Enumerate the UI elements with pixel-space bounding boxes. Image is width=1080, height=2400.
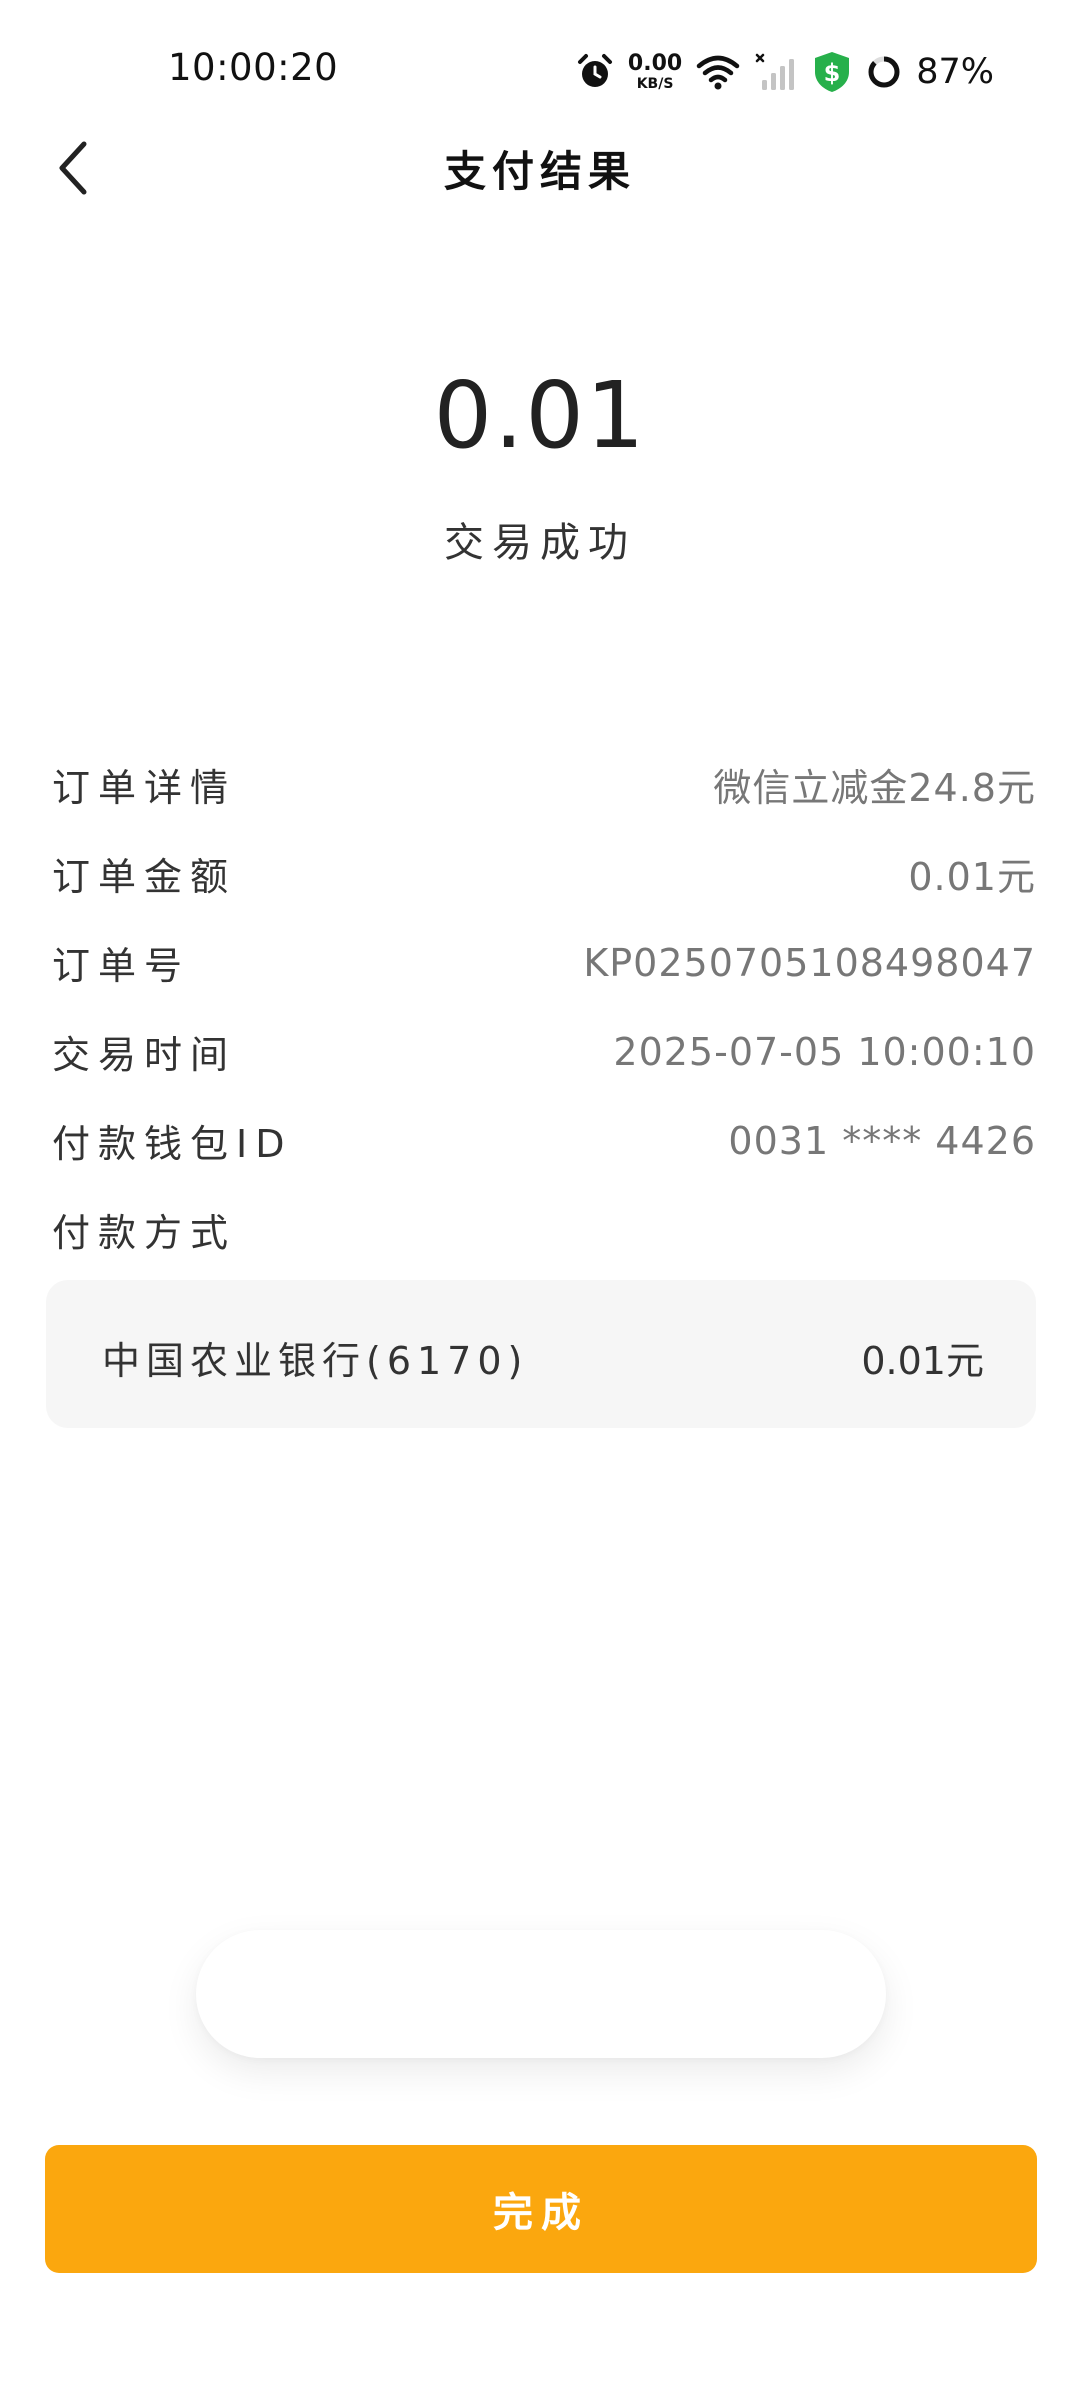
header: 支付结果 [0,120,1080,220]
transaction-status: 交易成功 [444,520,636,566]
payment-amount: 0.01 [433,362,647,469]
detail-label: 订单金额 [52,855,237,899]
network-speed: 0.00 KB/S [627,51,683,92]
detail-label: 订单号 [52,944,191,988]
detail-row-payment-method: 付款方式 [52,1185,1036,1274]
detail-label: 交易时间 [52,1033,237,1077]
wifi-icon [696,54,740,90]
battery-percentage: 87% [916,52,994,92]
detail-value: 2025-07-05 10:00:10 [613,1029,1036,1074]
cellular-signal-icon [754,52,798,92]
payment-bank-name: 中国农业银行(6170) [102,1339,529,1383]
alarm-icon [576,53,614,91]
battery-ring-icon [866,54,902,90]
done-button[interactable]: 完成 [45,2145,1037,2273]
payment-method-card: 中国农业银行(6170) 0.01元 [46,1280,1036,1428]
detail-row-order-details: 订单详情 微信立减金24.8元 [52,740,1036,829]
detail-value: 0.01元 [908,855,1036,899]
detail-value: KP0250705108498047 [583,940,1036,985]
status-bar: 10:00:20 0.00 KB/S $ 87% [0,0,1080,140]
detail-row-order-number: 订单号 KP0250705108498047 [52,918,1036,1007]
security-shield-icon: $ [812,50,852,94]
detail-value: 微信立减金24.8元 [713,766,1036,810]
network-speed-value: 0.00 [627,51,683,76]
payment-method-amount: 0.01元 [861,1339,984,1383]
svg-text:$: $ [824,59,841,87]
network-speed-unit: KB/S [636,76,674,92]
detail-label: 付款钱包ID [52,1122,293,1166]
floating-pill [196,1930,886,2058]
detail-label: 订单详情 [52,766,237,810]
page-title: 支付结果 [443,147,636,196]
status-icons: 0.00 KB/S $ 87% [576,44,994,100]
status-time: 10:00:20 [168,46,339,89]
detail-value: 0031 **** 4426 [728,1118,1036,1163]
detail-label: 付款方式 [52,1211,237,1255]
detail-row-wallet-id: 付款钱包ID 0031 **** 4426 [52,1096,1036,1185]
detail-row-transaction-time: 交易时间 2025-07-05 10:00:10 [52,1007,1036,1096]
order-details: 订单详情 微信立减金24.8元 订单金额 0.01元 订单号 KP0250705… [52,740,1036,1274]
detail-row-order-amount: 订单金额 0.01元 [52,829,1036,918]
